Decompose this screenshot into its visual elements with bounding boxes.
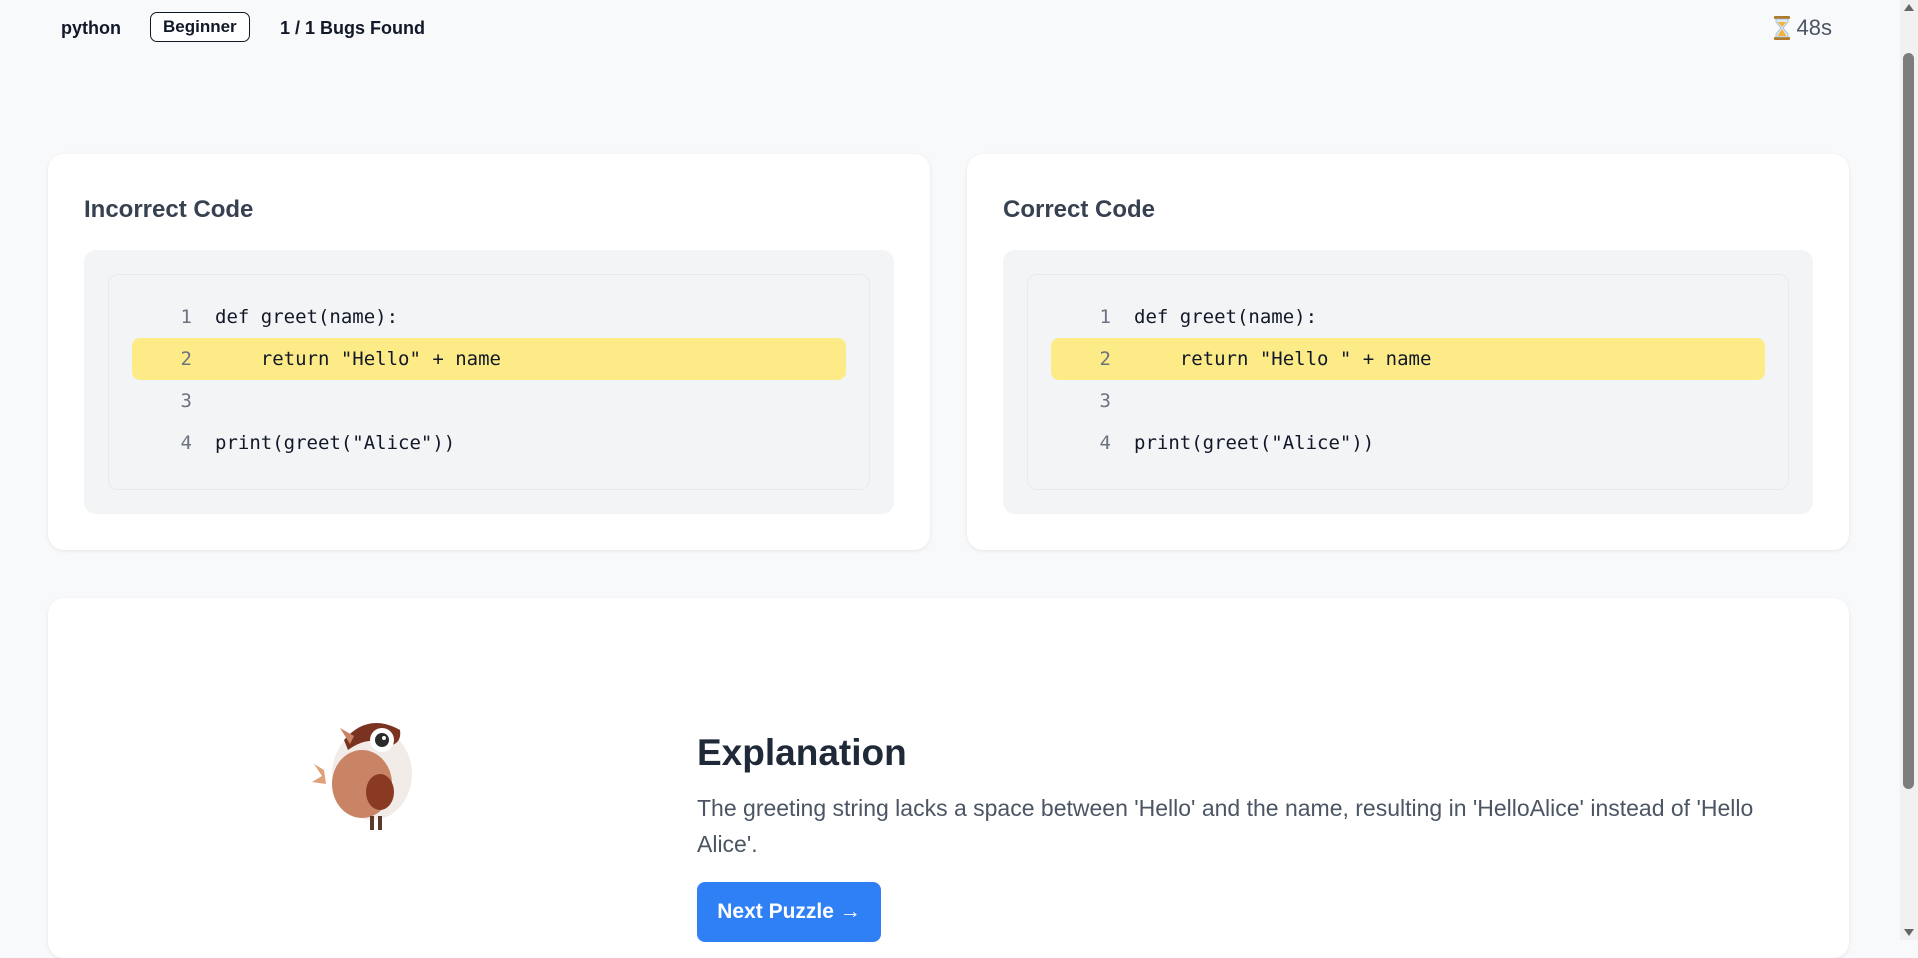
scroll-thumb[interactable]: [1903, 53, 1914, 789]
line-code: def greet(name):: [215, 306, 399, 328]
code-line: 3: [1051, 380, 1765, 422]
correct-code-card: Correct Code 1 def greet(name): 2 return…: [967, 154, 1849, 550]
code-line[interactable]: 4 print(greet("Alice")): [132, 422, 846, 464]
code-line[interactable]: 1 def greet(name):: [132, 296, 846, 338]
scroll-down-icon[interactable]: [1904, 929, 1914, 936]
language-label: python: [61, 18, 121, 38]
correct-code-block: 1 def greet(name): 2 return "Hello " + n…: [1003, 250, 1813, 514]
line-code: print(greet("Alice")): [1134, 432, 1375, 454]
code-line: 4 print(greet("Alice")): [1051, 422, 1765, 464]
bugs-found-counter: 1 / 1 Bugs Found: [280, 18, 426, 38]
line-number: 1: [1099, 306, 1111, 328]
line-number: 4: [180, 432, 192, 454]
scroll-up-icon[interactable]: [1904, 4, 1914, 11]
incorrect-code-editor: 1 def greet(name): 2 return "Hello" + na…: [108, 274, 870, 490]
line-code: return "Hello" + name: [215, 348, 501, 370]
bird-mascot-icon: [312, 722, 412, 830]
timer: 48s: [1773, 15, 1832, 41]
incorrect-code-block: 1 def greet(name): 2 return "Hello" + na…: [84, 250, 894, 514]
line-number: 4: [1099, 432, 1111, 454]
line-code: def greet(name):: [1134, 306, 1318, 328]
correct-code-title: Correct Code: [1003, 196, 1156, 223]
line-number: 2: [1099, 348, 1111, 370]
code-line: 1 def greet(name):: [1051, 296, 1765, 338]
code-line[interactable]: 3: [132, 380, 846, 422]
incorrect-code-title: Incorrect Code: [84, 196, 254, 223]
explanation-panel: Explanation The greeting string lacks a …: [48, 598, 1849, 958]
code-line-highlighted[interactable]: 2 return "Hello" + name: [132, 338, 846, 380]
timer-value: 48s: [1796, 15, 1832, 40]
explanation-text: The greeting string lacks a space betwee…: [697, 795, 1754, 857]
line-code: print(greet("Alice")): [215, 432, 456, 454]
scrollbar[interactable]: [1900, 0, 1918, 940]
difficulty-badge: Beginner: [150, 12, 250, 42]
top-bar: python Beginner 1 / 1 Bugs Found 48s: [0, 0, 1900, 56]
explanation-title: Explanation: [697, 732, 907, 773]
correct-code-editor: 1 def greet(name): 2 return "Hello " + n…: [1027, 274, 1789, 490]
line-number: 2: [180, 348, 192, 370]
line-code: return "Hello " + name: [1134, 348, 1432, 370]
line-number: 3: [1099, 390, 1111, 412]
line-number: 1: [180, 306, 192, 328]
line-number: 3: [180, 390, 192, 412]
next-puzzle-button[interactable]: Next Puzzle →: [697, 882, 881, 942]
incorrect-code-card: Incorrect Code 1 def greet(name): 2 retu…: [48, 154, 930, 550]
code-line-highlighted: 2 return "Hello " + name: [1051, 338, 1765, 380]
hourglass-icon: [1773, 16, 1790, 40]
